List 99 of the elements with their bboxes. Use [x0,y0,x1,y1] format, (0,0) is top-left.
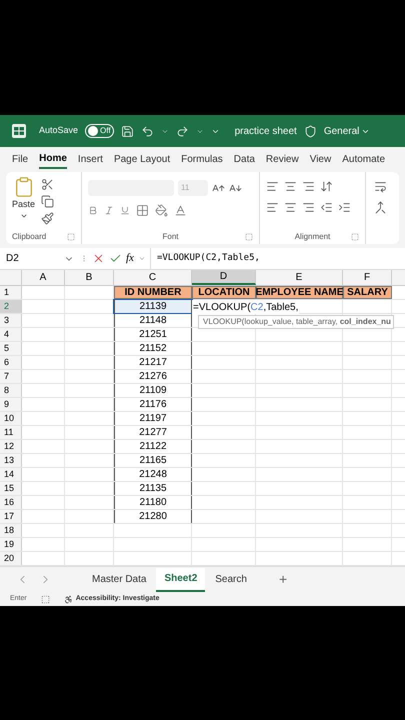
row-header[interactable]: 5 [0,342,22,355]
table-cell-text: 21180 [139,496,167,510]
row-header[interactable]: 13 [0,454,22,467]
group-label: Clipboard [12,231,46,243]
copy-icon[interactable] [41,195,54,208]
paste-button[interactable]: Paste [12,176,36,230]
table-cell-text: 21276 [139,370,167,384]
table-cell-text: 21165 [139,454,167,468]
italic-icon[interactable] [104,204,114,217]
row-header[interactable]: 7 [0,370,22,383]
column-header[interactable]: A [22,270,65,285]
file-name: practice sheet [234,124,297,138]
row-header[interactable]: 16 [0,496,22,509]
row-header[interactable]: 2 [0,300,22,313]
undo-icon[interactable] [140,124,154,138]
row-header[interactable]: 11 [0,426,22,439]
increase-indent-icon[interactable] [338,201,351,214]
decrease-indent-icon[interactable] [320,201,333,214]
wrap-text-icon[interactable] [374,180,387,193]
ribbon-tab[interactable]: File [12,150,28,168]
align-bottom-icon[interactable] [302,180,315,193]
save-icon[interactable] [120,124,134,138]
add-sheet-button[interactable]: + [278,569,288,590]
column-header[interactable]: D [192,270,256,285]
ribbon-tab[interactable]: Home [39,150,67,168]
column-title: ID NUMBER [124,286,182,300]
align-right-icon[interactable] [302,201,315,214]
ribbon-tab[interactable]: Page Layout [114,150,170,168]
format-painter-icon[interactable] [41,212,54,225]
table-cell-text: 21277 [139,426,167,440]
table-cell-text: 21152 [139,342,167,356]
align-center-icon[interactable] [284,201,297,214]
ribbon-tab[interactable]: Review [266,150,299,168]
table-cell-text: 21148 [139,314,167,328]
sheet-tab[interactable]: Master Data [84,568,154,592]
row-header[interactable]: 8 [0,384,22,397]
underline-icon[interactable] [120,204,130,217]
ribbon-tab[interactable]: Automate [342,150,386,168]
column-title: SALARY [347,286,388,300]
row-header[interactable]: 17 [0,510,22,523]
table-cell-text: 21122 [139,440,167,454]
row-header[interactable]: 12 [0,440,22,453]
accessibility-icon [64,594,73,604]
align-left-icon[interactable] [266,201,279,214]
font-color-icon[interactable] [174,204,187,217]
name-box[interactable]: D2 [0,251,80,266]
table-cell-text: 21280 [139,510,167,524]
align-top-icon[interactable] [266,180,279,193]
sheet-tab[interactable]: Search [207,568,255,592]
row-header[interactable]: 9 [0,398,22,411]
row-header[interactable]: 19 [0,538,22,551]
row-header[interactable]: 14 [0,468,22,481]
column-title: LOCATION [198,286,250,300]
sensitivity-menu[interactable]: General [324,124,370,138]
row-header[interactable]: 1 [0,286,22,299]
row-header[interactable]: 18 [0,524,22,537]
table-cell-text: 21139 [139,300,167,314]
autosave-label: AutoSave [39,124,78,138]
table-cell-text: 21135 [139,482,167,496]
align-middle-icon[interactable] [284,180,297,193]
table-cell-text: 21109 [139,384,167,398]
group-label: Font [162,231,178,243]
group-label: Alignment [294,231,330,243]
column-header[interactable]: F [343,270,392,285]
redo-icon[interactable] [176,124,189,138]
table-cell-text: 21176 [139,398,167,412]
cancel-icon[interactable] [92,252,105,265]
insert-function-button[interactable]: fx [126,250,134,267]
table-cell-text: 21197 [139,412,167,426]
orientation-icon[interactable] [320,180,333,193]
row-header[interactable]: 20 [0,552,22,565]
table-cell-text: 21251 [139,328,167,342]
borders-icon[interactable] [136,204,149,217]
sheet-tab[interactable]: Sheet2 [156,568,206,592]
column-header[interactable]: E [256,270,343,285]
cut-icon[interactable] [41,178,54,191]
table-cell-text: 21248 [139,468,167,482]
column-header[interactable]: C [114,270,192,285]
row-header[interactable]: 4 [0,328,22,341]
ribbon-tab[interactable]: Data [234,150,255,168]
shield-icon[interactable] [304,124,317,138]
column-title: EMPLOYEE NAME [256,286,344,300]
ribbon-tab[interactable]: View [310,150,332,168]
merge-icon[interactable] [374,201,387,214]
ribbon-tab[interactable]: Formulas [181,150,223,168]
function-tooltip: VLOOKUP(lookup_value, table_array, col_index_nu [198,315,394,329]
row-header[interactable]: 3 [0,314,22,327]
autosave-toggle[interactable]: Off [85,124,114,138]
ribbon-tab[interactable]: Insert [78,150,103,168]
column-header[interactable]: B [65,270,114,285]
bold-icon[interactable] [88,204,98,217]
row-header[interactable]: 10 [0,412,22,425]
editing-cell[interactable]: =VLOOKUP(C2,Table5, [192,300,300,314]
row-header[interactable]: 6 [0,356,22,369]
formula-field[interactable]: =VLOOKUP(C2,Table5, [150,248,405,269]
table-cell-text: 21217 [139,356,167,370]
fill-color-icon[interactable] [155,204,168,217]
row-header[interactable]: 15 [0,482,22,495]
spreadsheet-logo-icon [12,124,26,138]
